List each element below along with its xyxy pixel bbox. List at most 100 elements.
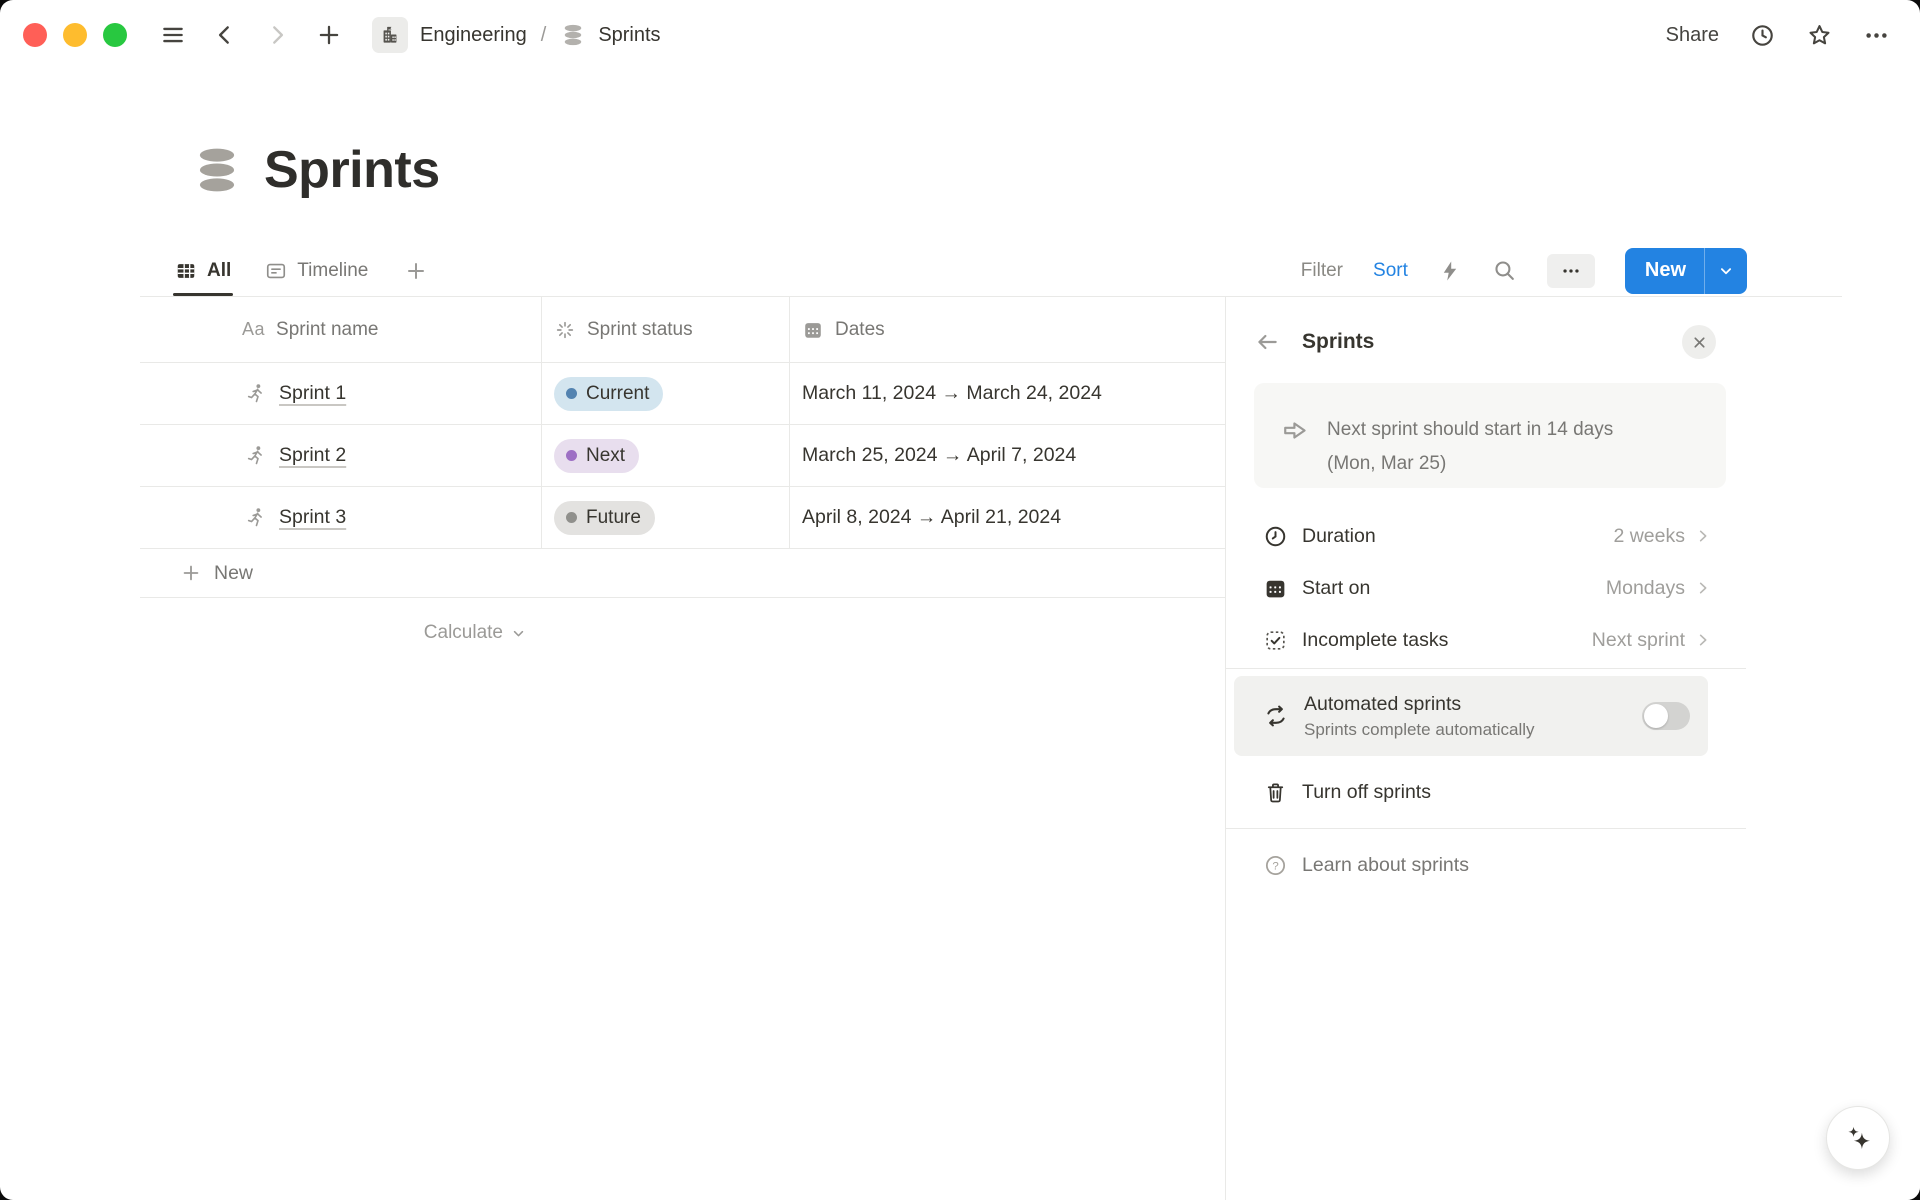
status-badge[interactable]: Current	[554, 377, 663, 411]
calculate-label: Calculate	[424, 622, 503, 644]
runner-icon	[244, 444, 267, 467]
teamspace-icon[interactable]	[372, 17, 408, 53]
calculate-dropdown[interactable]: Calculate	[140, 598, 541, 668]
notice-line-2: (Mon, Mar 25)	[1327, 447, 1613, 481]
status-property-icon	[554, 319, 576, 341]
new-page-icon[interactable]	[316, 22, 342, 48]
setting-label: Start on	[1302, 577, 1370, 600]
breadcrumb-team[interactable]: Engineering	[420, 24, 527, 47]
database-page-icon[interactable]	[190, 143, 244, 197]
table-row: Sprint 3 Future April 8, 2024 → April 21…	[140, 487, 1225, 549]
add-view-icon[interactable]	[404, 259, 428, 283]
view-bar: All Timeline Filter Sort	[173, 245, 1747, 296]
dates-cell[interactable]: March 25, 2024 → April 7, 2024	[789, 425, 1225, 486]
search-icon[interactable]	[1492, 258, 1517, 283]
turn-off-sprints-button[interactable]: Turn off sprints	[1254, 756, 1726, 828]
tab-timeline[interactable]: Timeline	[263, 245, 370, 296]
sprint-settings-panel: Sprints Next sprint should start in 14 d…	[1225, 297, 1920, 1200]
sprint-name-cell[interactable]: Sprint 3	[140, 487, 541, 548]
sprint-status-cell[interactable]: Current	[541, 363, 789, 424]
new-record-label[interactable]: New	[1625, 259, 1704, 282]
new-record-dropdown-icon[interactable]	[1705, 262, 1747, 280]
breadcrumb-page[interactable]: Sprints	[598, 24, 660, 47]
column-header-sprint-name[interactable]: Aa Sprint name	[140, 297, 541, 362]
sprint-status-cell[interactable]: Future	[541, 487, 789, 548]
dates-cell[interactable]: March 11, 2024 → March 24, 2024	[789, 363, 1225, 424]
tab-timeline-label: Timeline	[297, 260, 368, 282]
chevron-right-icon	[1695, 580, 1711, 596]
tab-all[interactable]: All	[173, 245, 233, 296]
chevron-right-icon	[1695, 528, 1711, 544]
new-record-button[interactable]: New	[1625, 248, 1747, 294]
close-window-button[interactable]	[23, 23, 47, 47]
sprint-name-cell[interactable]: Sprint 2	[140, 425, 541, 486]
column-header-dates[interactable]: Dates	[789, 297, 1225, 362]
back-icon[interactable]	[212, 22, 238, 48]
column-header-sprint-status[interactable]: Sprint status	[541, 297, 789, 362]
sprint-page-link[interactable]: Sprint 1	[279, 382, 346, 405]
share-button[interactable]: Share	[1666, 24, 1719, 47]
notion-window: Engineering / Sprints Share	[0, 0, 1920, 1200]
fullscreen-window-button[interactable]	[103, 23, 127, 47]
favorite-star-icon[interactable]	[1806, 22, 1833, 49]
filter-button[interactable]: Filter	[1301, 260, 1343, 282]
sprint-status-cell[interactable]: Next	[541, 425, 789, 486]
panel-title: Sprints	[1302, 330, 1374, 354]
table-header-row: Aa Sprint name Sprint status Dates	[140, 297, 1225, 363]
setting-duration[interactable]: Duration 2 weeks	[1254, 510, 1726, 562]
sparkles-icon	[1841, 1121, 1875, 1155]
breadcrumb-separator: /	[541, 24, 547, 47]
tab-all-label: All	[207, 260, 231, 282]
learn-about-sprints-link[interactable]: ? Learn about sprints	[1254, 829, 1726, 901]
table-row: Sprint 2 Next March 25, 2024 → April 7, …	[140, 425, 1225, 487]
panel-close-icon[interactable]	[1682, 325, 1716, 359]
automated-sprints-row[interactable]: Automated sprints Sprints complete autom…	[1234, 676, 1708, 756]
column-label: Dates	[835, 319, 885, 341]
clock-icon	[1263, 524, 1288, 549]
date-property-icon	[802, 319, 824, 341]
setting-start-on[interactable]: Start on Mondays	[1254, 562, 1726, 614]
setting-incomplete-tasks[interactable]: Incomplete tasks Next sprint	[1254, 614, 1726, 666]
database-icon-small	[560, 22, 586, 48]
minimize-window-button[interactable]	[63, 23, 87, 47]
question-circle-icon: ?	[1263, 853, 1288, 878]
sort-button[interactable]: Sort	[1373, 260, 1408, 282]
svg-text:?: ?	[1272, 860, 1278, 872]
setting-value: Mondays	[1606, 577, 1685, 600]
new-row-button[interactable]: New	[140, 549, 1225, 598]
view-options-icon[interactable]	[1547, 254, 1595, 288]
setting-value: 2 weeks	[1613, 525, 1685, 548]
panel-back-icon[interactable]	[1254, 329, 1280, 355]
forward-icon[interactable]	[264, 22, 290, 48]
status-label: Current	[586, 383, 649, 405]
runner-icon	[244, 506, 267, 529]
sprint-page-link[interactable]: Sprint 3	[279, 506, 346, 529]
turn-off-sprints-label: Turn off sprints	[1302, 781, 1431, 804]
automated-sprints-label: Automated sprints	[1304, 693, 1535, 716]
history-clock-icon[interactable]	[1749, 22, 1776, 49]
view-toolbar: Filter Sort New	[1301, 248, 1747, 294]
status-dot	[566, 388, 577, 399]
automations-bolt-icon[interactable]	[1438, 259, 1462, 283]
table-row: Sprint 1 Current March 11, 2024 → March …	[140, 363, 1225, 425]
ai-assistant-button[interactable]	[1826, 1106, 1890, 1170]
status-label: Future	[586, 507, 641, 529]
traffic-lights	[23, 23, 127, 47]
panel-divider	[1226, 668, 1746, 669]
status-dot	[566, 450, 577, 461]
more-options-icon[interactable]	[1863, 22, 1890, 49]
sidebar-toggle-icon[interactable]	[160, 22, 186, 48]
status-badge[interactable]: Future	[554, 501, 655, 535]
page-title: Sprints	[264, 140, 440, 200]
sprint-page-link[interactable]: Sprint 2	[279, 444, 346, 467]
timeline-view-icon	[265, 260, 287, 282]
window-topbar: Engineering / Sprints Share	[0, 0, 1920, 70]
arrow-right-outline-icon	[1281, 416, 1310, 445]
plus-icon	[180, 562, 202, 584]
sprint-name-cell[interactable]: Sprint 1	[140, 363, 541, 424]
dates-cell[interactable]: April 8, 2024 → April 21, 2024	[789, 487, 1225, 548]
setting-value: Next sprint	[1592, 629, 1685, 652]
status-badge[interactable]: Next	[554, 439, 639, 473]
automated-sprints-toggle[interactable]	[1642, 702, 1690, 730]
next-sprint-notice: Next sprint should start in 14 days (Mon…	[1254, 383, 1726, 488]
